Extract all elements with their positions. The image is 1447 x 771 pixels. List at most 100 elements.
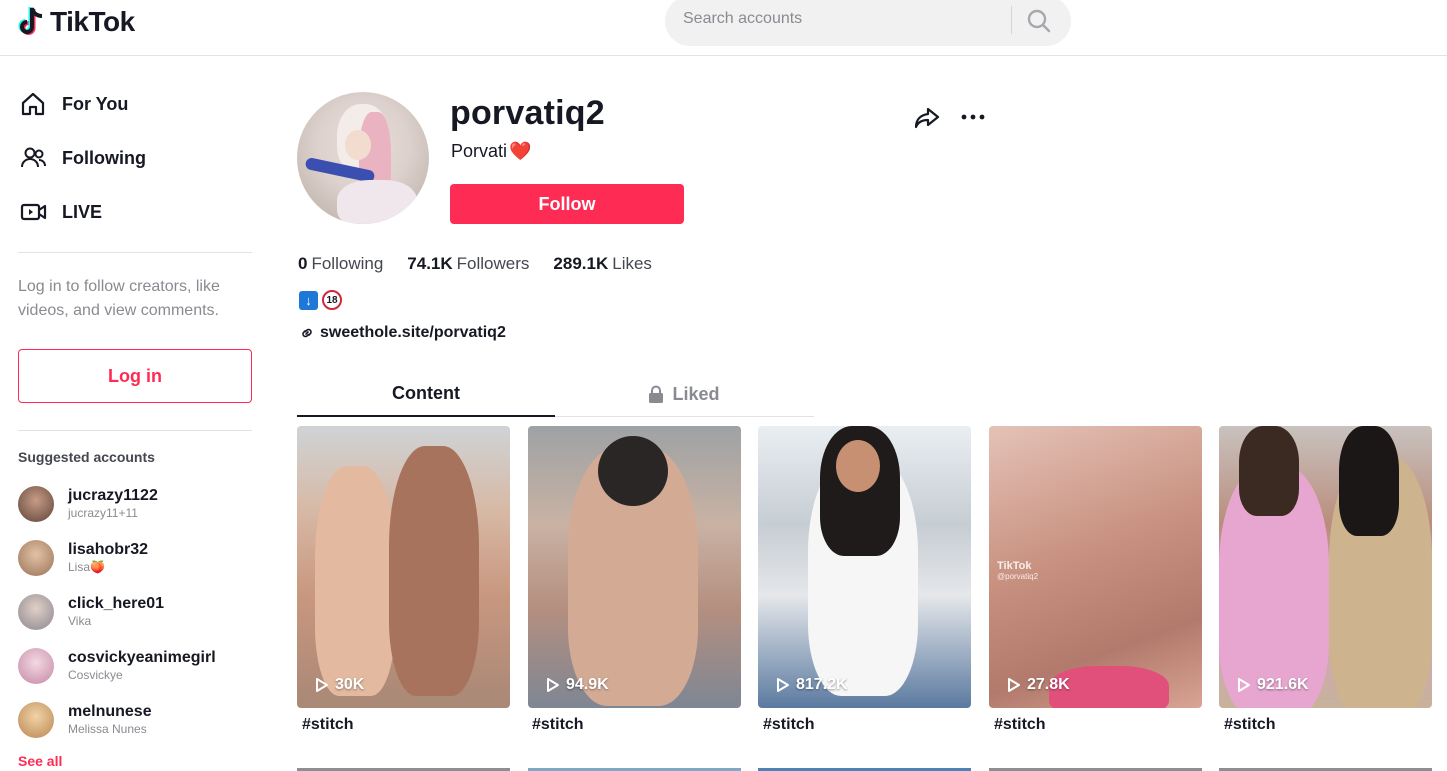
video-thumbnail [1239,426,1299,516]
likes-label: Likes [612,254,652,273]
followers-label: Followers [456,254,530,273]
tab-liked-label: Liked [672,383,720,404]
video-thumbnail [1339,426,1399,536]
suggested-account[interactable]: jucrazy1122 jucrazy11+11 [18,477,252,531]
follow-button[interactable]: Follow [450,184,684,224]
tab-content[interactable]: Content [297,372,555,417]
profile-link-text: sweethole.site/porvatiq2 [320,324,506,341]
video-card[interactable]: TikTok @porvatiq2 27.8K [989,426,1202,708]
video-thumbnail [389,446,479,696]
video-caption[interactable]: #stitch [763,716,815,734]
likes-count: 289.1K [553,254,609,273]
search-bar[interactable]: Search accounts [665,0,1071,46]
play-icon [547,678,559,692]
video-card[interactable]: 94.9K [528,426,741,708]
video-thumbnail [598,436,668,506]
see-all-link[interactable]: See all [18,753,252,769]
suggested-accounts-title: Suggested accounts [18,449,155,465]
avatar [18,486,54,522]
home-icon [18,89,48,119]
search-divider [1011,6,1012,34]
account-name: lisahobr32 [68,541,149,558]
nav-for-you[interactable]: For You [18,77,252,131]
play-icon [316,678,328,692]
nav-for-you-label: For You [62,93,129,114]
view-count-text: 94.9K [566,676,609,693]
view-count: 921.6K [1237,676,1309,694]
following-count: 0 [298,254,308,273]
top-header: TikTok Search accounts [0,0,1447,56]
view-count: 30K [315,676,364,694]
tiktok-logo[interactable]: TikTok [18,5,135,39]
view-count: 27.8K [1007,676,1070,694]
logo-text: TikTok [50,6,135,37]
tab-liked[interactable]: Liked [555,372,813,416]
login-button[interactable]: Log in [18,349,252,403]
video-caption[interactable]: #stitch [532,716,584,734]
watermark-text: TikTok [997,560,1032,572]
followers-count: 74.1K [407,254,453,273]
nav-following-label: Following [62,147,146,168]
video-thumbnail [315,466,395,696]
suggested-account[interactable]: cosvickyeanimegirl Cosvickye [18,639,252,693]
profile-link[interactable]: sweethole.site/porvatiq2 [300,324,506,342]
sidebar-divider [18,430,252,431]
profile-nickname: Porvati ❤️ [451,141,531,162]
lock-icon [649,385,664,403]
account-nickname: jucrazy11+11 [68,506,138,520]
down-arrow-emoji: ↓ [299,290,318,310]
video-caption[interactable]: #stitch [302,716,354,734]
share-icon[interactable] [913,104,941,132]
sidebar: For You Following LIVE Log in to follow … [18,56,252,769]
stat-following[interactable]: 0 Following [298,254,383,274]
profile-tabs: Content Liked [297,372,814,417]
avatar [18,648,54,684]
link-icon [302,328,312,338]
stat-likes: 289.1K Likes [553,254,652,274]
login-hint: Log in to follow creators, like videos, … [18,278,220,319]
account-name: click_here01 [68,595,165,612]
account-nickname: Melissa Nunes [68,722,147,736]
play-icon [1238,678,1250,692]
heart-emoji: ❤️ [509,141,532,161]
nav-live-label: LIVE [62,201,103,222]
video-caption[interactable]: #stitch [1224,716,1276,734]
search-icon[interactable] [1025,8,1053,34]
tiktok-watermark: TikTok @porvatiq2 [997,560,1038,581]
video-card[interactable]: 921.6K [1219,426,1432,708]
more-options-icon[interactable] [958,104,988,130]
view-count: 94.9K [546,676,609,694]
avatar [18,540,54,576]
nav-following[interactable]: Following [18,131,252,185]
video-card[interactable]: 30K [297,426,510,708]
view-count-text: 817.2K [796,676,848,693]
view-count-text: 921.6K [1257,676,1309,693]
nav-live[interactable]: LIVE [18,185,252,239]
sidebar-divider [18,252,252,253]
profile-stats: 0 Following 74.1K Followers 289.1K Likes [298,254,652,274]
account-name: cosvickyeanimegirl [68,649,216,666]
account-name: jucrazy1122 [68,487,158,504]
suggested-account[interactable]: melnunese Melissa Nunes [18,693,252,747]
video-caption[interactable]: #stitch [994,716,1046,734]
account-nickname: Cosvickye [68,668,123,682]
account-nickname: Vika [68,614,92,628]
video-card[interactable]: 817.2K [758,426,971,708]
profile-bio: ↓ 18 [299,290,342,310]
avatar [18,702,54,738]
account-nickname: Lisa🍑 [68,560,105,574]
watermark-handle: @porvatiq2 [997,572,1039,581]
eighteen-emoji: 18 [322,290,342,310]
avatar [18,594,54,630]
search-input[interactable]: Search accounts [683,10,802,28]
suggested-account[interactable]: lisahobr32 Lisa🍑 [18,531,252,585]
profile-username: porvatiq2 [450,94,605,132]
view-count-text: 27.8K [1027,676,1070,693]
tiktok-note-icon [18,7,43,35]
suggested-account[interactable]: click_here01 Vika [18,585,252,639]
account-name: melnunese [68,703,152,720]
stat-followers[interactable]: 74.1K Followers [407,254,529,274]
users-icon [18,143,48,173]
video-thumbnail [836,440,880,492]
nickname-text: Porvati [451,141,508,161]
